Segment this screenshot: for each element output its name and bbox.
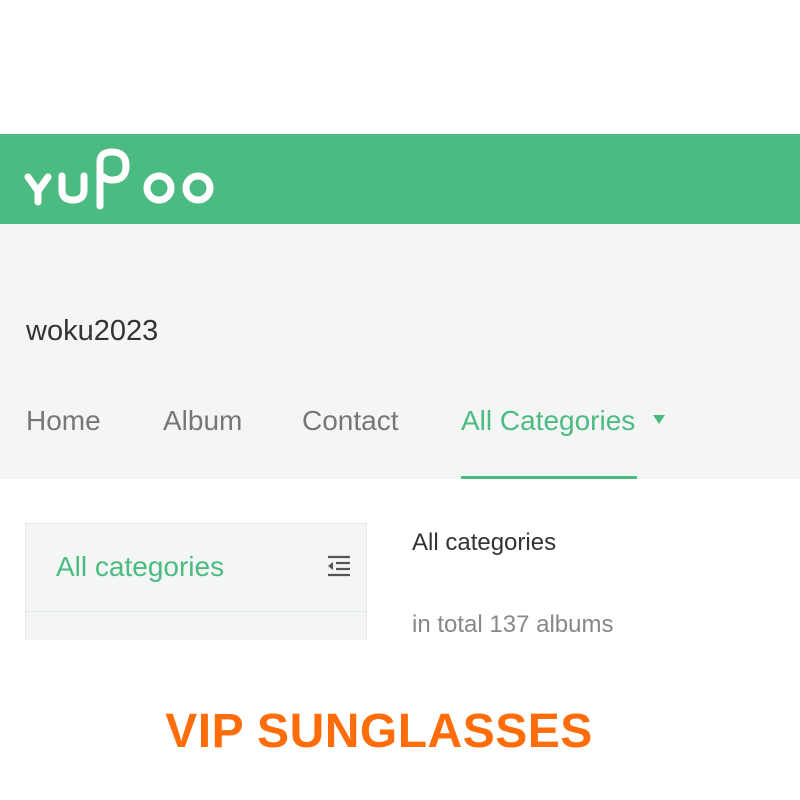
nav-contact[interactable]: Contact — [302, 404, 399, 438]
nav-album[interactable]: Album — [163, 404, 242, 438]
content-title: All categories — [412, 529, 557, 556]
nav-all-categories-label: All Categories — [461, 405, 636, 436]
sidebar-divider — [26, 611, 366, 612]
category-sidebar: All categories — [25, 523, 367, 640]
store-name: woku2023 — [26, 315, 159, 347]
nav-all-categories[interactable]: All Categories — [461, 404, 666, 438]
top-bar — [0, 134, 800, 224]
nav-home[interactable]: Home — [26, 404, 101, 438]
promo-banner-text: VIP SUNGLASSES — [165, 705, 593, 758]
yupoo-logo[interactable] — [24, 144, 224, 214]
collapse-menu-icon-svg — [328, 555, 350, 577]
sidebar-title: All categories — [56, 551, 225, 582]
store-header: woku2023 Home Album Contact All Categori… — [0, 224, 800, 479]
album-count: in total 137 albums — [412, 611, 614, 638]
active-tab-indicator — [461, 476, 637, 479]
page: woku2023 Home Album Contact All Categori… — [0, 0, 800, 800]
main-nav: Home Album Contact All Categories — [0, 394, 800, 479]
caret-down-icon — [653, 415, 666, 425]
collapse-menu-icon[interactable] — [326, 554, 352, 578]
yupoo-logo-icon — [24, 148, 214, 210]
